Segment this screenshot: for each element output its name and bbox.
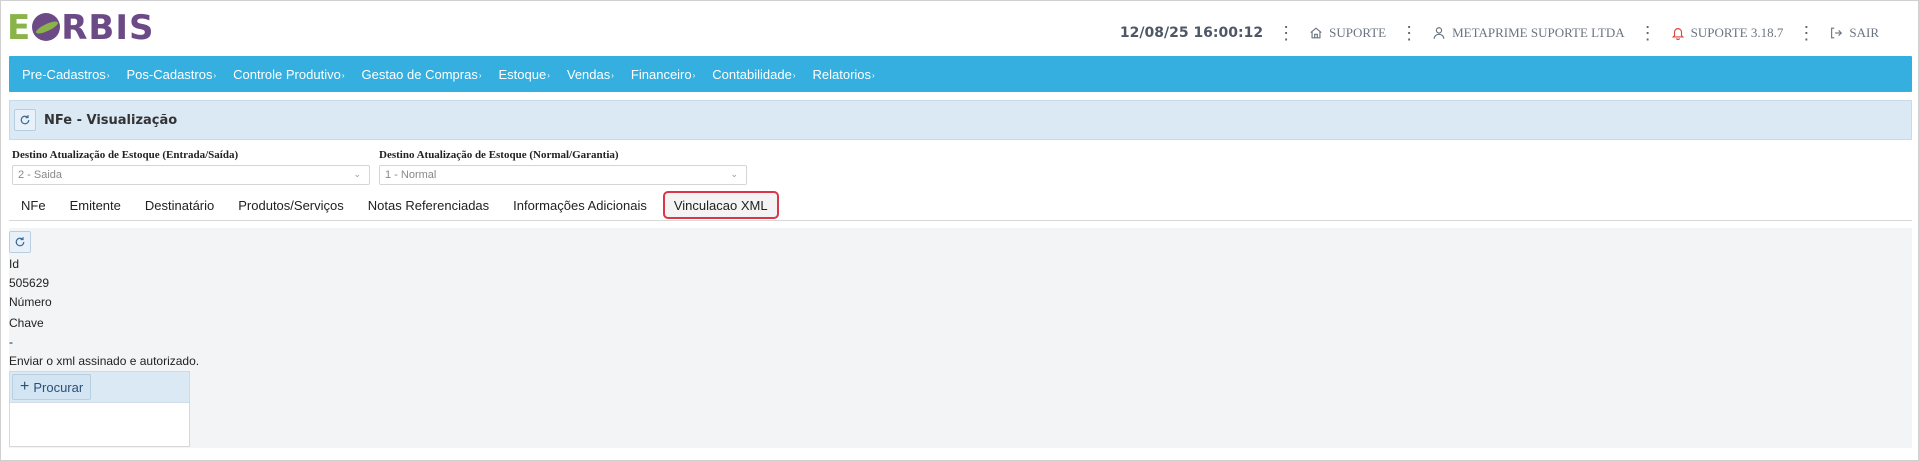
nav-item-contabilidade[interactable]: Contabilidade› (712, 67, 795, 82)
suporte-label: SUPORTE (1329, 25, 1387, 40)
chevron-right-icon: › (692, 70, 696, 80)
datetime: 12/08/25 16:00:12 (1119, 25, 1264, 41)
chevron-right-icon: › (341, 70, 345, 80)
logout-icon (1831, 27, 1843, 39)
tab-bar: NFe Emitente Destinatário Produtos/Servi… (9, 190, 1912, 221)
refresh-icon (15, 237, 25, 247)
numero-label: Número (9, 295, 52, 309)
id-label: Id (9, 257, 20, 271)
nav-item-pos-cadastros[interactable]: Pos-Cadastros› (126, 67, 216, 82)
nav-item-gestao-de-compras[interactable]: Gestao de Compras› (361, 67, 481, 82)
destino-ng-select[interactable]: 1 - Normal ⌄ (379, 165, 747, 185)
page-header-panel: NFe - Visualização (9, 100, 1912, 140)
tab-content: Id 505629 Número Chave - Enviar o xml as… (9, 228, 1912, 448)
nav-item-estoque[interactable]: Estoque› (499, 67, 550, 82)
nav-item-vendas[interactable]: Vendas› (567, 67, 614, 82)
chevron-down-icon: ⌄ (730, 169, 738, 179)
chevron-right-icon: › (547, 70, 550, 80)
tab-vinculacao-xml[interactable]: Vinculacao XML (662, 191, 779, 219)
chevron-down-icon: ⌄ (353, 169, 361, 179)
chave-label: Chave (9, 316, 44, 330)
chevron-right-icon: › (872, 70, 875, 80)
content-refresh-button[interactable] (9, 231, 31, 253)
company-link[interactable]: METAPRIME SUPORTE LTDA (1432, 25, 1625, 41)
destino-ng-label: Destino Atualização de Estoque (Normal/G… (379, 149, 619, 161)
more-vertical-icon[interactable]: ⋮ (1797, 24, 1815, 42)
nav-item-pre-cadastros[interactable]: Pre-Cadastros› (22, 67, 109, 82)
home-icon (1310, 27, 1322, 39)
chevron-right-icon: › (611, 70, 614, 80)
plus-icon: + (20, 378, 30, 395)
page-title: NFe - Visualização (44, 112, 178, 128)
chave-value: - (9, 335, 13, 349)
chevron-right-icon: › (478, 70, 482, 80)
main-nav: Pre-Cadastros› Pos-Cadastros› Controle P… (9, 56, 1912, 92)
destino-es-label: Destino Atualização de Estoque (Entrada/… (12, 149, 239, 161)
chevron-right-icon: › (213, 70, 217, 80)
nav-item-controle-produtivo[interactable]: Controle Produtivo› (233, 67, 344, 82)
file-upload: + Procurar (9, 371, 190, 447)
destino-es-select[interactable]: 2 - Saida ⌄ (12, 165, 370, 185)
procurar-label: Procurar (33, 379, 84, 395)
destino-ng-value: 1 - Normal (385, 169, 437, 181)
nav-item-relatorios[interactable]: Relatorios› (812, 67, 874, 82)
version-label: SUPORTE 3.18.7 (1690, 25, 1784, 40)
bell-icon (1671, 28, 1684, 40)
company-label: METAPRIME SUPORTE LTDA (1452, 25, 1625, 40)
orbis-logo[interactable]: E RBIS (7, 8, 154, 48)
more-vertical-icon[interactable]: ⋮ (1639, 24, 1657, 42)
user-icon (1433, 27, 1445, 39)
notifications-link[interactable]: SUPORTE 3.18.7 (1671, 25, 1784, 41)
logout-link[interactable]: SAIR (1829, 25, 1879, 41)
suporte-link[interactable]: SUPORTE (1309, 25, 1386, 41)
more-vertical-icon[interactable]: ⋮ (1277, 24, 1295, 42)
logo-orbit-icon (32, 12, 61, 41)
top-bar: 12/08/25 16:00:12 ⋮ SUPORTE ⋮ METAPRIME … (1120, 20, 1879, 46)
logo-letter-e: E (7, 8, 32, 48)
procurar-button[interactable]: + Procurar (12, 374, 92, 400)
refresh-icon (20, 115, 30, 125)
logo-letters: RBIS (61, 8, 155, 48)
tab-nfe[interactable]: NFe (9, 191, 58, 219)
nav-item-financeiro[interactable]: Financeiro› (631, 67, 695, 82)
tab-informacoes-adicionais[interactable]: Informações Adicionais (501, 191, 659, 219)
tab-emitente[interactable]: Emitente (58, 191, 133, 219)
chevron-right-icon: › (106, 70, 110, 80)
upload-instruction: Enviar o xml assinado e autorizado. (9, 354, 200, 368)
logout-label: SAIR (1849, 25, 1879, 40)
chevron-right-icon: › (792, 70, 796, 80)
tab-produtos-servicos[interactable]: Produtos/Serviços (226, 191, 356, 219)
tab-notas-referenciadas[interactable]: Notas Referenciadas (356, 191, 501, 219)
tab-destinatario[interactable]: Destinatário (133, 191, 226, 219)
refresh-button[interactable] (14, 109, 36, 131)
upload-toolbar: + Procurar (10, 372, 189, 403)
destino-es-value: 2 - Saida (18, 169, 63, 181)
id-value: 505629 (9, 276, 50, 290)
more-vertical-icon[interactable]: ⋮ (1400, 24, 1418, 42)
